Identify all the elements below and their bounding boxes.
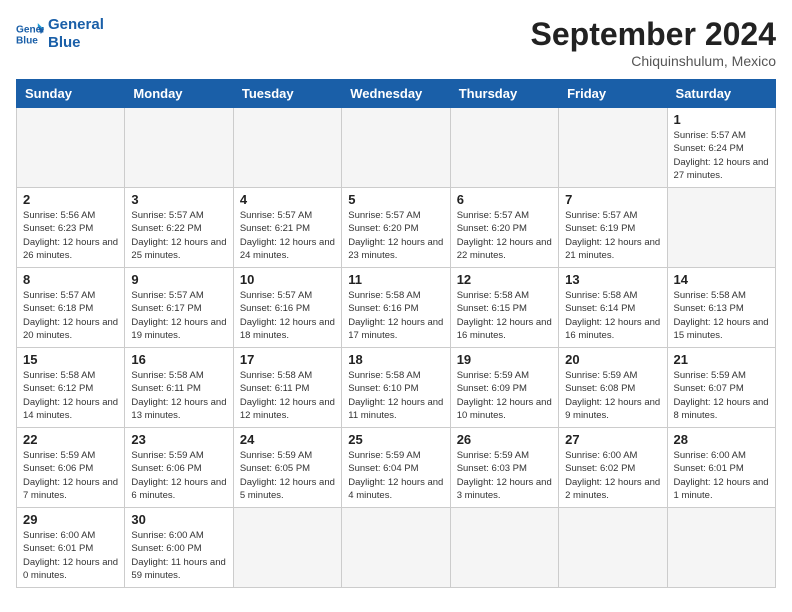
location-subtitle: Chiquinshulum, Mexico xyxy=(531,53,776,69)
empty-cell xyxy=(559,508,667,588)
day-cell-27: 27Sunrise: 6:00 AMSunset: 6:02 PMDayligh… xyxy=(559,428,667,508)
day-cell-26: 26Sunrise: 5:59 AMSunset: 6:03 PMDayligh… xyxy=(450,428,558,508)
column-header-tuesday: Tuesday xyxy=(233,80,341,108)
day-cell-24: 24Sunrise: 5:59 AMSunset: 6:05 PMDayligh… xyxy=(233,428,341,508)
day-cell-10: 10Sunrise: 5:57 AMSunset: 6:16 PMDayligh… xyxy=(233,268,341,348)
calendar-table: SundayMondayTuesdayWednesdayThursdayFrid… xyxy=(16,79,776,588)
day-cell-6: 6Sunrise: 5:57 AMSunset: 6:20 PMDaylight… xyxy=(450,188,558,268)
title-block: September 2024 Chiquinshulum, Mexico xyxy=(531,16,776,69)
logo-icon: General Blue xyxy=(16,20,44,48)
column-header-sunday: Sunday xyxy=(17,80,125,108)
week-row-1: 1Sunrise: 5:57 AMSunset: 6:24 PMDaylight… xyxy=(17,108,776,188)
empty-cell xyxy=(559,108,667,188)
logo: General Blue General Blue xyxy=(16,16,104,52)
page-header: General Blue General Blue September 2024… xyxy=(16,16,776,69)
day-cell-16: 16Sunrise: 5:58 AMSunset: 6:11 PMDayligh… xyxy=(125,348,233,428)
day-cell-7: 7Sunrise: 5:57 AMSunset: 6:19 PMDaylight… xyxy=(559,188,667,268)
day-cell-23: 23Sunrise: 5:59 AMSunset: 6:06 PMDayligh… xyxy=(125,428,233,508)
empty-cell xyxy=(667,508,775,588)
day-cell-12: 12Sunrise: 5:58 AMSunset: 6:15 PMDayligh… xyxy=(450,268,558,348)
week-row-3: 8Sunrise: 5:57 AMSunset: 6:18 PMDaylight… xyxy=(17,268,776,348)
day-cell-11: 11Sunrise: 5:58 AMSunset: 6:16 PMDayligh… xyxy=(342,268,450,348)
week-row-6: 29Sunrise: 6:00 AMSunset: 6:01 PMDayligh… xyxy=(17,508,776,588)
day-cell-2: 2Sunrise: 5:56 AMSunset: 6:23 PMDaylight… xyxy=(17,188,125,268)
day-cell-17: 17Sunrise: 5:58 AMSunset: 6:11 PMDayligh… xyxy=(233,348,341,428)
month-title: September 2024 xyxy=(531,16,776,53)
day-cell-1: 1Sunrise: 5:57 AMSunset: 6:24 PMDaylight… xyxy=(667,108,775,188)
day-cell-8: 8Sunrise: 5:57 AMSunset: 6:18 PMDaylight… xyxy=(17,268,125,348)
svg-text:Blue: Blue xyxy=(16,35,38,46)
day-cell-28: 28Sunrise: 6:00 AMSunset: 6:01 PMDayligh… xyxy=(667,428,775,508)
column-header-saturday: Saturday xyxy=(667,80,775,108)
day-cell-18: 18Sunrise: 5:58 AMSunset: 6:10 PMDayligh… xyxy=(342,348,450,428)
calendar-header-row: SundayMondayTuesdayWednesdayThursdayFrid… xyxy=(17,80,776,108)
day-cell-4: 4Sunrise: 5:57 AMSunset: 6:21 PMDaylight… xyxy=(233,188,341,268)
logo-text-line2: Blue xyxy=(48,34,104,52)
empty-cell xyxy=(450,108,558,188)
empty-cell xyxy=(17,108,125,188)
week-row-2: 2Sunrise: 5:56 AMSunset: 6:23 PMDaylight… xyxy=(17,188,776,268)
day-cell-25: 25Sunrise: 5:59 AMSunset: 6:04 PMDayligh… xyxy=(342,428,450,508)
day-cell-21: 21Sunrise: 5:59 AMSunset: 6:07 PMDayligh… xyxy=(667,348,775,428)
empty-cell xyxy=(667,188,775,268)
empty-cell xyxy=(342,108,450,188)
day-cell-9: 9Sunrise: 5:57 AMSunset: 6:17 PMDaylight… xyxy=(125,268,233,348)
empty-cell xyxy=(125,108,233,188)
empty-cell xyxy=(450,508,558,588)
logo-text-line1: General xyxy=(48,16,104,34)
empty-cell xyxy=(233,508,341,588)
day-cell-30: 30Sunrise: 6:00 AMSunset: 6:00 PMDayligh… xyxy=(125,508,233,588)
week-row-4: 15Sunrise: 5:58 AMSunset: 6:12 PMDayligh… xyxy=(17,348,776,428)
week-row-5: 22Sunrise: 5:59 AMSunset: 6:06 PMDayligh… xyxy=(17,428,776,508)
day-cell-3: 3Sunrise: 5:57 AMSunset: 6:22 PMDaylight… xyxy=(125,188,233,268)
empty-cell xyxy=(233,108,341,188)
column-header-wednesday: Wednesday xyxy=(342,80,450,108)
column-header-monday: Monday xyxy=(125,80,233,108)
day-cell-19: 19Sunrise: 5:59 AMSunset: 6:09 PMDayligh… xyxy=(450,348,558,428)
empty-cell xyxy=(342,508,450,588)
day-cell-22: 22Sunrise: 5:59 AMSunset: 6:06 PMDayligh… xyxy=(17,428,125,508)
day-cell-15: 15Sunrise: 5:58 AMSunset: 6:12 PMDayligh… xyxy=(17,348,125,428)
column-header-thursday: Thursday xyxy=(450,80,558,108)
day-cell-14: 14Sunrise: 5:58 AMSunset: 6:13 PMDayligh… xyxy=(667,268,775,348)
day-cell-20: 20Sunrise: 5:59 AMSunset: 6:08 PMDayligh… xyxy=(559,348,667,428)
day-cell-13: 13Sunrise: 5:58 AMSunset: 6:14 PMDayligh… xyxy=(559,268,667,348)
day-cell-5: 5Sunrise: 5:57 AMSunset: 6:20 PMDaylight… xyxy=(342,188,450,268)
day-cell-29: 29Sunrise: 6:00 AMSunset: 6:01 PMDayligh… xyxy=(17,508,125,588)
column-header-friday: Friday xyxy=(559,80,667,108)
